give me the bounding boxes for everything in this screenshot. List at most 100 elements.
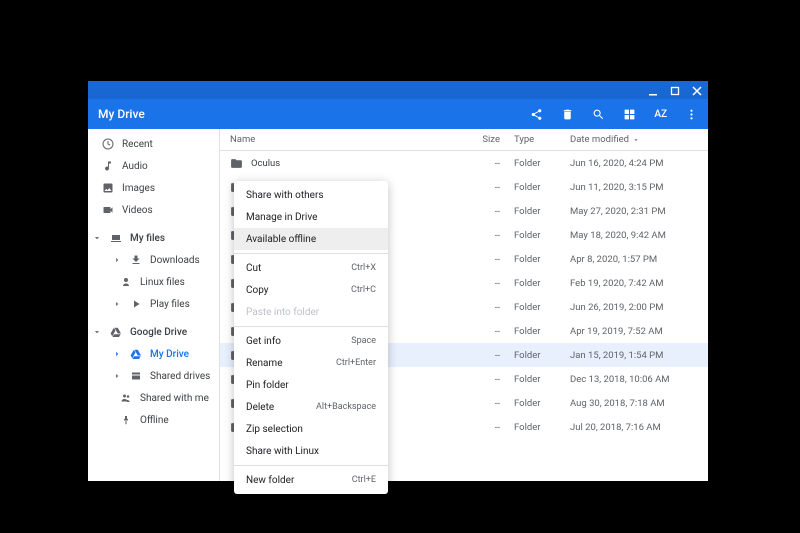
menu-item[interactable]: Get infoSpace: [234, 330, 388, 352]
cell-type: Folder: [500, 398, 570, 409]
video-icon: [102, 204, 114, 216]
content: Recent Audio Images Videos My files Down…: [88, 129, 708, 481]
menu-item[interactable]: Zip selection: [234, 418, 388, 440]
cell-type: Folder: [500, 278, 570, 289]
menu-item[interactable]: Share with Linux: [234, 440, 388, 462]
table-row[interactable]: Oculus--FolderJun 16, 2020, 4:24 PM: [220, 151, 708, 175]
image-icon: [102, 182, 114, 194]
menu-item[interactable]: RenameCtrl+Enter: [234, 352, 388, 374]
menu-item[interactable]: New folderCtrl+E: [234, 469, 388, 491]
col-type[interactable]: Type: [500, 134, 570, 145]
minimize-button[interactable]: [648, 81, 658, 100]
share-icon[interactable]: [530, 108, 543, 121]
cell-date: Apr 19, 2019, 7:52 AM: [570, 326, 698, 337]
cell-date: Aug 30, 2018, 7:18 AM: [570, 398, 698, 409]
col-date[interactable]: Date modified: [570, 134, 698, 145]
audio-icon: [102, 160, 114, 172]
cell-date: Jan 15, 2019, 1:54 PM: [570, 350, 698, 361]
cell-date: May 18, 2020, 9:42 AM: [570, 230, 698, 241]
menu-item[interactable]: Manage in Drive: [234, 206, 388, 228]
folder-icon: [230, 157, 243, 170]
menu-item-label: Get info: [246, 336, 351, 347]
sidebar-item-shareddrives[interactable]: Shared drives: [88, 365, 219, 387]
cell-size: --: [460, 350, 500, 361]
cell-date: Apr 8, 2020, 1:57 PM: [570, 254, 698, 265]
sidebar-item-linux[interactable]: Linux files: [88, 271, 219, 293]
sidebar: Recent Audio Images Videos My files Down…: [88, 129, 220, 481]
menu-item[interactable]: CutCtrl+X: [234, 257, 388, 279]
sidebar-item-myfiles[interactable]: My files: [88, 227, 219, 249]
sidebar-item-audio[interactable]: Audio: [88, 155, 219, 177]
close-button[interactable]: [692, 81, 702, 100]
sort-desc-icon: [632, 136, 640, 144]
cell-type: Folder: [500, 326, 570, 337]
cell-size: --: [460, 182, 500, 193]
sidebar-item-gdrive[interactable]: Google Drive: [88, 321, 219, 343]
pin-icon: [120, 414, 132, 426]
menu-item[interactable]: DeleteAlt+Backspace: [234, 396, 388, 418]
menu-item[interactable]: Pin folder: [234, 374, 388, 396]
menu-item-label: Delete: [246, 402, 316, 413]
menu-item-shortcut: Space: [351, 336, 376, 346]
menu-item[interactable]: Share with others: [234, 184, 388, 206]
menu-item[interactable]: Available offline: [234, 228, 388, 250]
page-title: My Drive: [98, 107, 530, 121]
sidebar-item-sharedwithme[interactable]: Shared with me: [88, 387, 219, 409]
cell-size: --: [460, 302, 500, 313]
cell-type: Folder: [500, 206, 570, 217]
cell-size: --: [460, 158, 500, 169]
menu-item-label: New folder: [246, 475, 352, 486]
cell-size: --: [460, 278, 500, 289]
chevron-down-icon: [92, 327, 102, 337]
search-icon[interactable]: [592, 108, 605, 121]
cell-date: Dec 13, 2018, 10:06 AM: [570, 374, 698, 385]
menu-item-label: Rename: [246, 358, 336, 369]
menu-separator: [234, 253, 388, 254]
sidebar-item-images[interactable]: Images: [88, 177, 219, 199]
cell-date: May 27, 2020, 2:31 PM: [570, 206, 698, 217]
cell-date: Feb 19, 2020, 7:42 AM: [570, 278, 698, 289]
cell-size: --: [460, 254, 500, 265]
chevron-right-icon: [112, 299, 122, 309]
view-grid-icon[interactable]: [623, 108, 636, 121]
clock-icon: [102, 138, 114, 150]
cell-size: --: [460, 326, 500, 337]
more-icon[interactable]: [685, 108, 698, 121]
cell-type: Folder: [500, 350, 570, 361]
cell-type: Folder: [500, 254, 570, 265]
menu-item-label: Zip selection: [246, 424, 376, 435]
people-icon: [120, 392, 132, 404]
sort-button[interactable]: AZ: [654, 109, 667, 120]
chevron-right-icon: [112, 255, 122, 265]
sidebar-item-videos[interactable]: Videos: [88, 199, 219, 221]
delete-icon[interactable]: [561, 108, 574, 121]
sidebar-item-offline[interactable]: Offline: [88, 409, 219, 431]
sidebar-item-playfiles[interactable]: Play files: [88, 293, 219, 315]
titlebar: [88, 81, 708, 99]
sidebar-item-downloads[interactable]: Downloads: [88, 249, 219, 271]
play-icon: [130, 298, 142, 310]
menu-item-label: Cut: [246, 263, 351, 274]
menu-item-label: Manage in Drive: [246, 212, 376, 223]
sidebar-item-mydrive[interactable]: My Drive: [88, 343, 219, 365]
menu-item-shortcut: Ctrl+C: [351, 285, 376, 295]
context-menu: Share with others Manage in Drive Availabl…: [234, 181, 388, 494]
cell-type: Folder: [500, 374, 570, 385]
maximize-button[interactable]: [670, 81, 680, 100]
col-name[interactable]: Name: [230, 134, 460, 145]
menu-item[interactable]: CopyCtrl+C: [234, 279, 388, 301]
chevron-down-icon: [92, 233, 102, 243]
cell-size: --: [460, 230, 500, 241]
sidebar-item-recent[interactable]: Recent: [88, 133, 219, 155]
cell-type: Folder: [500, 230, 570, 241]
cell-type: Folder: [500, 422, 570, 433]
menu-item-label: Share with Linux: [246, 446, 376, 457]
chevron-right-icon: [112, 349, 122, 359]
col-size[interactable]: Size: [460, 134, 500, 145]
files-window: My Drive AZ Recent Audio Images Videos M…: [88, 81, 708, 481]
chevron-right-icon: [112, 371, 122, 381]
download-icon: [130, 254, 142, 266]
drive-icon: [110, 326, 122, 338]
menu-item-label: Copy: [246, 285, 351, 296]
menu-item-shortcut: Ctrl+X: [351, 263, 376, 273]
